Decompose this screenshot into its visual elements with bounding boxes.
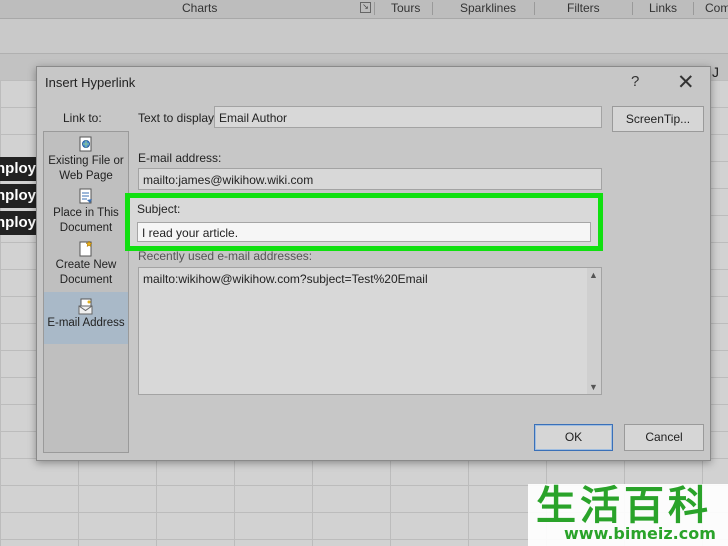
ribbon-group-links[interactable]: Links [649,1,677,15]
ribbon-group-tours[interactable]: Tours [391,1,420,15]
list-item[interactable]: mailto:wikihow@wikihow.com?subject=Test%… [143,272,428,286]
ribbon-separator [374,2,375,15]
ribbon-separator [534,2,535,15]
link-option-create-new-document[interactable]: Create New Document [44,240,128,292]
recent-list-scrollbar[interactable]: ▲ ▼ [587,268,601,394]
ribbon-group-comments[interactable]: Com [705,1,728,15]
watermark-url: www.bimeiz.com [564,524,716,543]
link-option-label: E-mail Address [47,317,125,329]
scroll-down-icon[interactable]: ▼ [589,382,598,392]
link-option-label: Existing File or Web Page [48,155,124,182]
cancel-button[interactable]: Cancel [624,424,704,451]
watermark: 生活百科 www.bimeiz.com [528,484,728,546]
help-button[interactable]: ? [631,73,639,90]
cell-employee-2[interactable]: nploy [0,184,38,208]
ribbon-bar: Charts ↘ Tours Sparklines Filters Links … [0,0,728,19]
link-option-place-in-document[interactable]: Place in This Document [44,188,128,238]
subject-highlight-box: Subject: I read your article. [125,193,603,251]
email-address-icon [78,298,93,315]
existing-file-icon [79,136,92,152]
place-in-document-icon [79,188,92,204]
link-option-email-address[interactable]: E-mail Address [44,292,128,344]
ok-button[interactable]: OK [534,424,613,451]
scroll-up-icon[interactable]: ▲ [589,270,598,280]
recent-emails-list[interactable]: mailto:wikihow@wikihow.com?subject=Test%… [138,267,602,395]
dialog-title: Insert Hyperlink [45,75,136,90]
column-header-j[interactable]: J [712,64,719,80]
email-address-input[interactable]: mailto:james@wikihow.wiki.com [138,168,602,190]
cell-employee-1[interactable]: nploy [0,157,38,181]
link-to-label: Link to: [63,111,102,125]
watermark-logo-text: 生活百科 [536,483,712,529]
insert-hyperlink-dialog: Insert Hyperlink ? ✕ Link to: Existing F… [36,66,711,461]
dialog-launcher-icon[interactable]: ↘ [360,2,371,13]
new-document-icon [79,240,93,257]
cell-employee-3[interactable]: nploy [0,211,38,235]
ribbon-group-filters[interactable]: Filters [567,1,600,15]
screentip-button[interactable]: ScreenTip... [612,106,704,132]
link-option-label: Place in This Document [53,207,119,234]
recent-emails-label: Recently used e-mail addresses: [138,249,313,263]
link-to-bar: Existing File or Web Page Place in This … [43,131,129,453]
ribbon-separator [693,2,694,15]
link-option-existing-file[interactable]: Existing File or Web Page [44,136,128,186]
close-button[interactable]: ✕ [677,70,695,95]
text-to-display-input[interactable]: Email Author [214,106,602,128]
subject-input[interactable]: I read your article. [137,222,591,242]
formula-bar-area [0,19,728,54]
ribbon-separator [432,2,433,15]
text-to-display-label: Text to display: [138,111,218,125]
subject-label: Subject: [137,202,181,216]
ribbon-group-charts[interactable]: Charts [182,1,217,15]
link-option-label: Create New Document [55,259,117,286]
email-address-label: E-mail address: [138,151,222,165]
ribbon-group-sparklines[interactable]: Sparklines [460,1,516,15]
ribbon-separator [632,2,633,15]
